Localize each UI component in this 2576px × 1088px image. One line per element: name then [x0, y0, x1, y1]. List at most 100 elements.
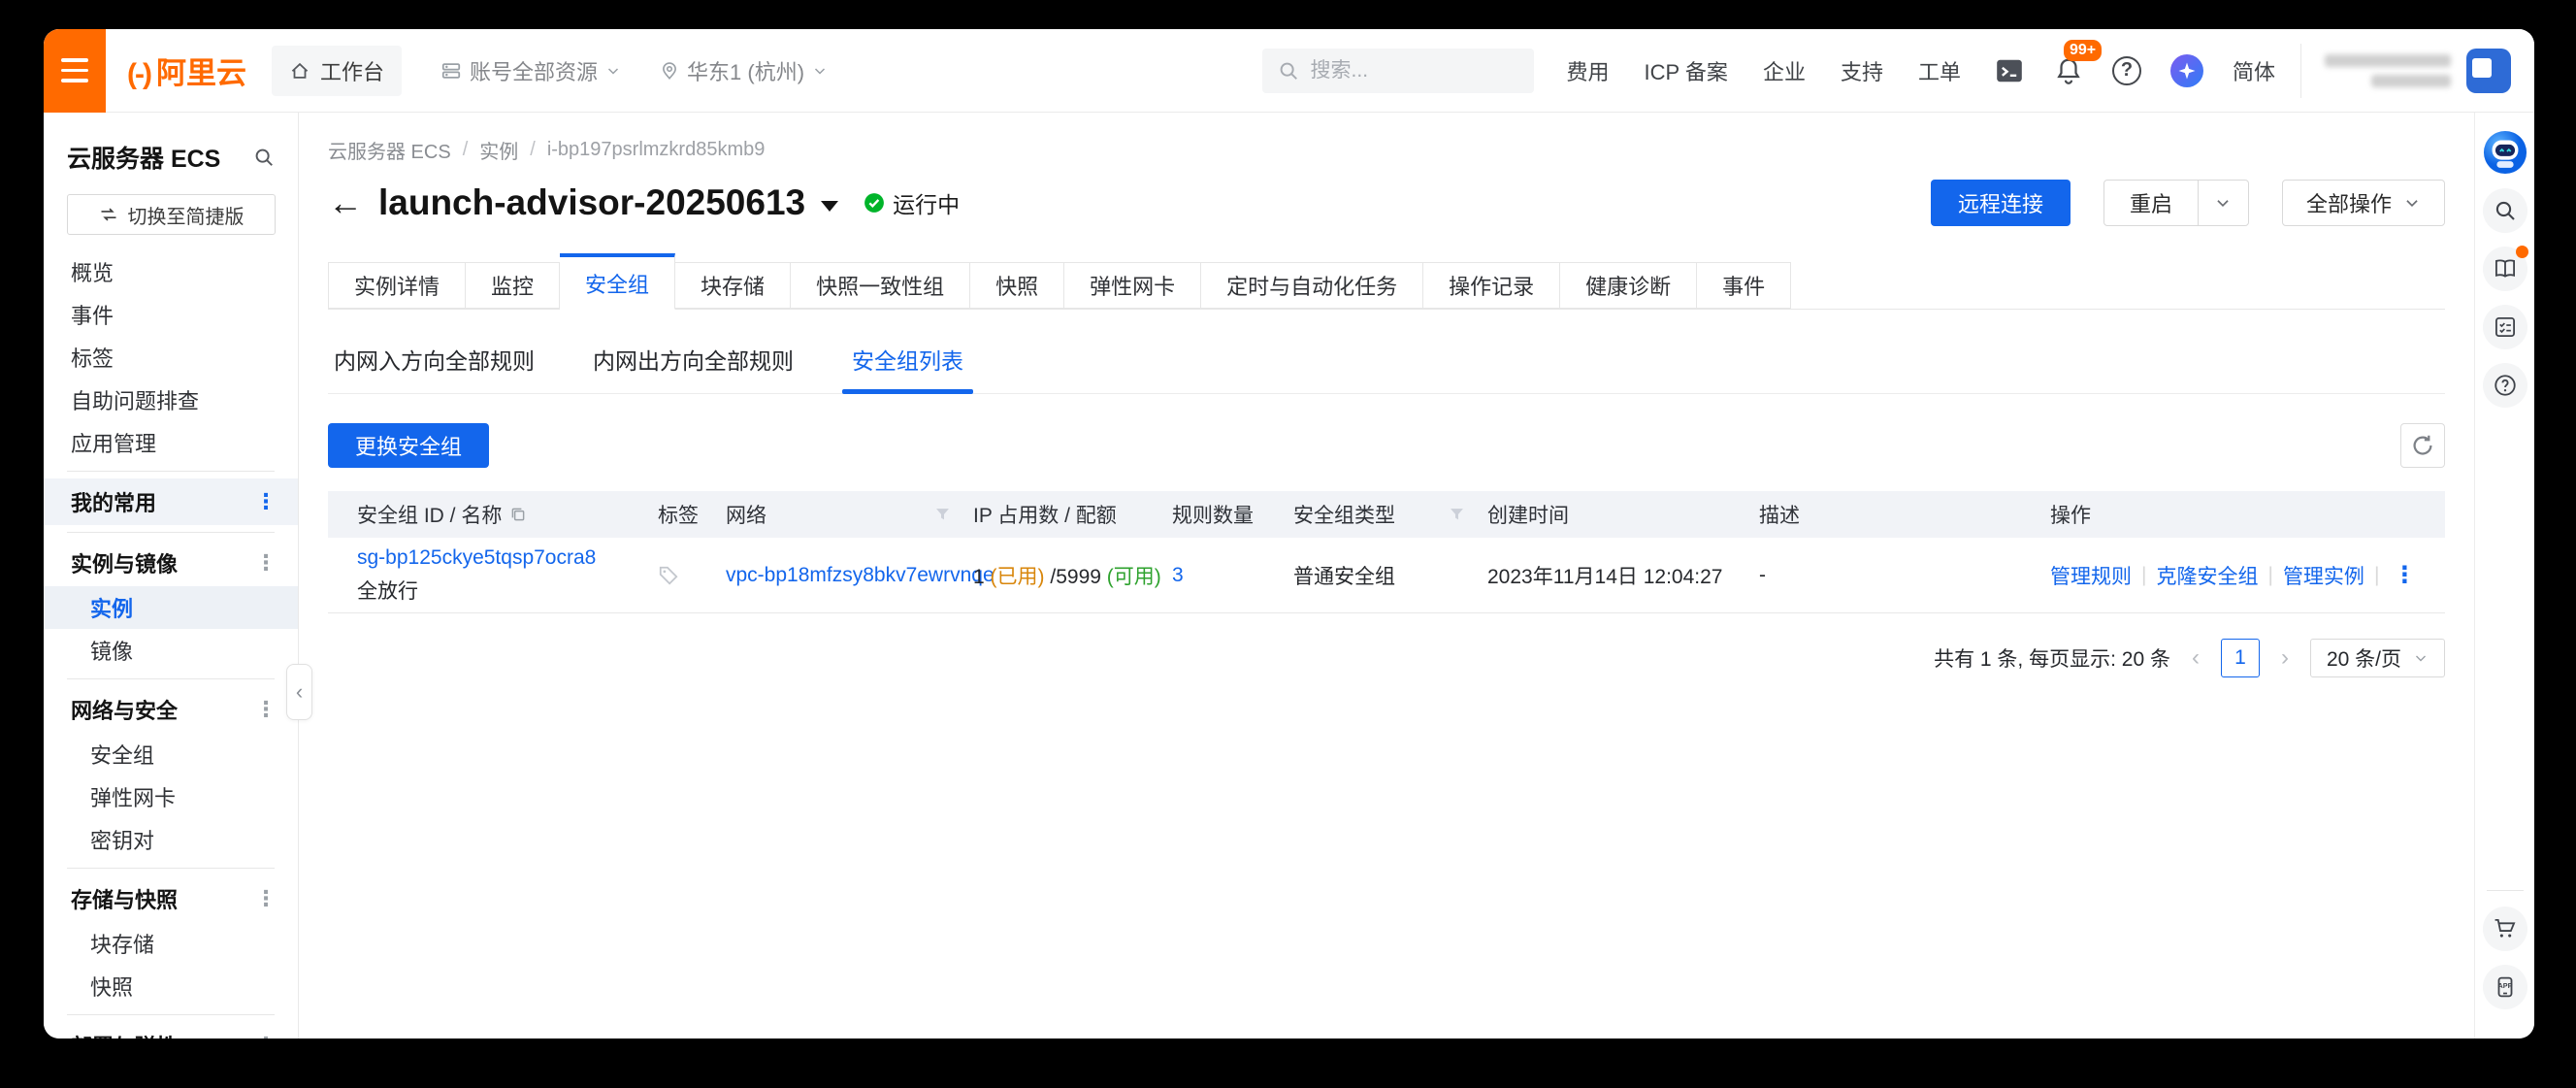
back-arrow-icon[interactable]: ← [328, 185, 363, 220]
page-next-icon[interactable]: › [2277, 644, 2293, 672]
tab-snapshot-consistency-groups[interactable]: 快照一致性组 [791, 262, 970, 309]
tab-monitoring[interactable]: 监控 [466, 262, 560, 309]
tab-security-groups[interactable]: 安全组 [560, 253, 675, 310]
svg-text:APP: APP [2497, 981, 2512, 990]
hamburger-menu-button[interactable] [44, 29, 106, 113]
more-dots-icon[interactable]: ⋮ [255, 550, 277, 576]
tab-health-diagnostics[interactable]: 健康诊断 [1560, 262, 1697, 309]
pagination-summary: 共有 1 条, 每页显示: 20 条 [1934, 643, 2170, 673]
change-security-group-button[interactable]: 更换安全组 [328, 423, 489, 468]
tab-instance-details[interactable]: 实例详情 [328, 262, 466, 309]
rail-mobile-app-icon[interactable]: APP [2483, 965, 2527, 1009]
vpc-link[interactable]: vpc-bp18mfzsy8bkv7ewrvnqe [726, 564, 995, 586]
manage-rules-link[interactable]: 管理规则 [2050, 561, 2132, 590]
copy-icon[interactable] [509, 506, 527, 523]
refresh-button[interactable] [2400, 423, 2445, 468]
more-dots-icon[interactable]: ⋮ [255, 1033, 277, 1039]
sidebar-section-storage-snapshots[interactable]: 存储与快照 ⋮ [44, 875, 298, 922]
restart-dropdown-arrow[interactable] [2198, 181, 2248, 225]
sidebar-section-favorites[interactable]: 我的常用 ⋮ [44, 478, 298, 525]
page-prev-icon[interactable]: ‹ [2188, 644, 2203, 672]
security-group-name: 全放行 [357, 576, 648, 605]
sidebar-item-tags[interactable]: 标签 [44, 336, 298, 379]
sidebar-section-instances-images[interactable]: 实例与镜像 ⋮ [44, 540, 298, 586]
sidebar-item-troubleshoot[interactable]: 自助问题排查 [44, 379, 298, 421]
sidebar-item-overview[interactable]: 概览 [44, 250, 298, 293]
subtab-inbound-rules[interactable]: 内网入方向全部规则 [332, 333, 537, 393]
rail-checklist-icon[interactable] [2483, 305, 2527, 349]
language-toggle[interactable]: 简体 [2233, 55, 2275, 86]
remote-connect-button[interactable]: 远程连接 [1931, 180, 2071, 226]
ai-assistant-icon[interactable] [2170, 54, 2203, 87]
rule-count-link[interactable]: 3 [1172, 564, 1184, 586]
tag-icon[interactable] [658, 565, 716, 586]
tab-block-storage[interactable]: 块存储 [675, 262, 791, 309]
tab-operation-records[interactable]: 操作记录 [1423, 262, 1560, 309]
sidebar-item-block-storage[interactable]: 块存储 [44, 922, 298, 965]
sidebar-item-security-groups[interactable]: 安全组 [44, 733, 298, 775]
restart-button[interactable]: 重启 [2104, 181, 2198, 225]
col-rule-count: 规则数量 [1162, 500, 1284, 529]
breadcrumb-ecs[interactable]: 云服务器 ECS [328, 136, 451, 164]
title-caret-icon[interactable] [821, 201, 838, 212]
tab-scheduled-tasks[interactable]: 定时与自动化任务 [1201, 262, 1423, 309]
more-dots-icon[interactable]: ⋮ [255, 886, 277, 911]
chevron-down-icon [2413, 650, 2429, 666]
filter-funnel-icon[interactable] [1450, 508, 1464, 522]
rail-docs-icon[interactable] [2483, 247, 2527, 291]
divider [67, 678, 275, 679]
filter-funnel-icon[interactable] [935, 508, 950, 522]
sidebar-collapse-handle[interactable]: ‹ [286, 664, 312, 720]
region-label: 华东1 (杭州) [687, 55, 804, 86]
account-resources-dropdown[interactable]: 账号全部资源 [440, 55, 621, 86]
sidebar-item-instances[interactable]: 实例 [44, 586, 298, 629]
sidebar-section-deployment-elasticity[interactable]: 部署与弹性 ⋮ [44, 1022, 298, 1039]
page-number-button[interactable]: 1 [2221, 639, 2260, 677]
notification-bell-icon[interactable]: 99+ [2054, 55, 2083, 86]
page-size-select[interactable]: 20 条/页 [2310, 639, 2445, 677]
breadcrumb-instances[interactable]: 实例 [479, 136, 518, 164]
cell-ip-usage: 1 (已用) /5999 (可用) [963, 561, 1162, 590]
tab-enis[interactable]: 弹性网卡 [1064, 262, 1201, 309]
topbar-link-support[interactable]: 支持 [1841, 55, 1883, 86]
sidebar-section-network-security[interactable]: 网络与安全 ⋮ [44, 686, 298, 733]
rail-search-icon[interactable] [2483, 188, 2527, 233]
clone-security-group-link[interactable]: 克隆安全组 [2156, 561, 2258, 590]
sidebar-item-events[interactable]: 事件 [44, 293, 298, 336]
more-dots-icon[interactable]: ⋮ [255, 697, 277, 722]
tab-events[interactable]: 事件 [1697, 262, 1791, 309]
sidebar-item-enis[interactable]: 弹性网卡 [44, 775, 298, 818]
topbar-link-tickets[interactable]: 工单 [1918, 55, 1961, 86]
ai-robot-assistant-icon[interactable] [2483, 130, 2527, 175]
terminal-icon[interactable] [1994, 55, 2025, 86]
all-actions-button[interactable]: 全部操作 [2282, 180, 2445, 226]
rail-help-icon[interactable] [2483, 363, 2527, 408]
main-content: 云服务器 ECS / 实例 / i-bp197psrlmzkrd85kmb9 ←… [299, 113, 2474, 1039]
topbar-link-icp[interactable]: ICP 备案 [1645, 55, 1728, 86]
sidebar-item-snapshots[interactable]: 快照 [44, 965, 298, 1007]
switch-to-simple-button[interactable]: 切换至简捷版 [67, 194, 276, 235]
sidebar-search-icon[interactable] [253, 147, 275, 168]
topbar-link-expenses[interactable]: 费用 [1567, 55, 1610, 86]
notification-dot [2516, 246, 2528, 258]
search-input[interactable] [1309, 58, 1503, 83]
sidebar-item-images[interactable]: 镜像 [44, 629, 298, 672]
subtab-security-group-list[interactable]: 安全组列表 [850, 333, 965, 393]
security-group-id-link[interactable]: sg-bp125ckye5tqsp7ocra8 [357, 546, 596, 569]
topbar-link-enterprise[interactable]: 企业 [1763, 55, 1806, 86]
rail-cart-icon[interactable] [2483, 907, 2527, 951]
help-icon[interactable]: ? [2112, 56, 2141, 85]
col-actions: 操作 [2040, 500, 2445, 529]
workspace-button[interactable]: 工作台 [272, 46, 402, 96]
sidebar-item-app-management[interactable]: 应用管理 [44, 421, 298, 464]
security-group-subtabs: 内网入方向全部规则 内网出方向全部规则 安全组列表 [328, 333, 2445, 394]
aliyun-logo[interactable]: (-) 阿里云 [127, 49, 246, 92]
manage-instances-link[interactable]: 管理实例 [2283, 561, 2364, 590]
region-dropdown[interactable]: 华东1 (杭州) [660, 55, 828, 86]
tab-snapshots[interactable]: 快照 [970, 262, 1064, 309]
user-account[interactable] [2300, 44, 2534, 98]
more-dots-icon[interactable]: ⋮ [255, 489, 277, 514]
sidebar-item-key-pairs[interactable]: 密钥对 [44, 818, 298, 861]
subtab-outbound-rules[interactable]: 内网出方向全部规则 [591, 333, 796, 393]
row-more-actions-icon[interactable]: ⋮ [2389, 561, 2420, 589]
